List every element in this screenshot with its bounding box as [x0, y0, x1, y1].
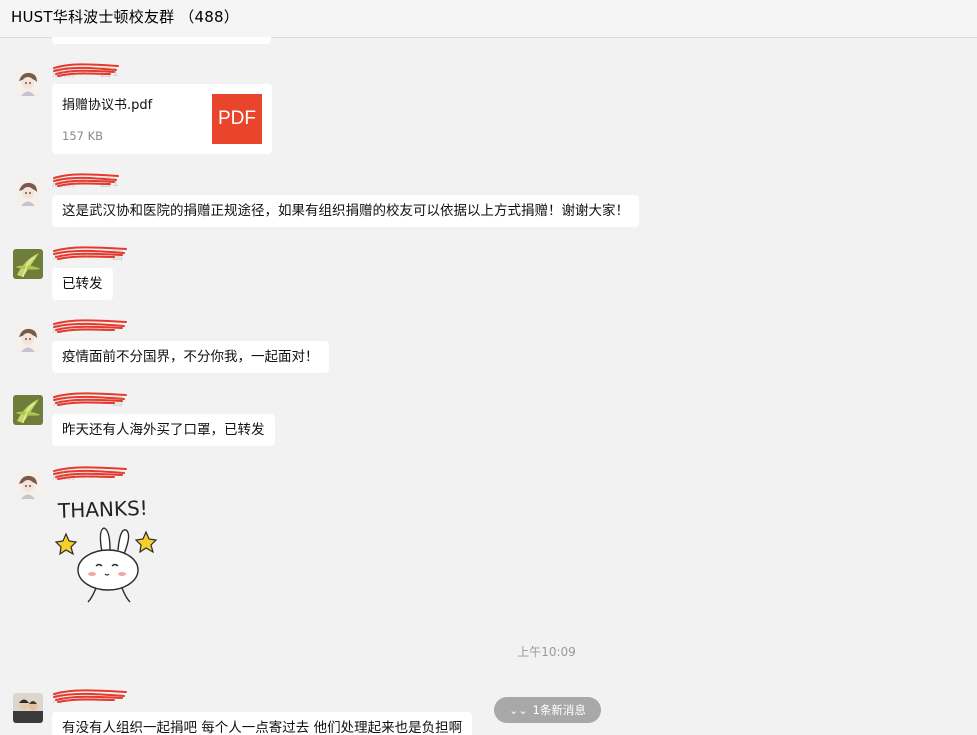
avatar[interactable]: [13, 177, 43, 207]
message-bubble[interactable]: 有没有人组织一起捐吧 每个人一点寄过去 他们处理起来也是负担啊: [52, 712, 473, 735]
new-messages-label: 1条新消息: [532, 703, 586, 717]
sender-name: 刘一一一一圆: [52, 392, 127, 413]
redaction-scribble: [53, 392, 127, 406]
redaction-scribble: [53, 173, 119, 187]
previous-message-bubble-edge: [52, 37, 271, 44]
sender-name: 周一一一一: [52, 319, 127, 340]
redaction-scribble: [53, 319, 127, 333]
sender-name: 周期一一圆1: [52, 63, 120, 84]
message-timestamp: 上午10:09: [517, 645, 576, 659]
file-size: 157 KB: [62, 129, 104, 143]
message-bubble[interactable]: 这是武汉协和医院的捐赠正规途径，如果有组织捐赠的校友可以依据以上方式捐赠！谢谢大…: [52, 195, 639, 227]
sender-name: 周期一一一: [52, 466, 127, 487]
file-attachment-card[interactable]: 捐赠协议书.pdf 157 KB PDF: [52, 84, 272, 154]
avatar[interactable]: [13, 470, 43, 500]
message-bubble[interactable]: 昨天还有人海外买了口罩，已转发: [52, 414, 275, 446]
message-bubble[interactable]: 已转发: [52, 268, 113, 300]
thanks-bunny-sticker[interactable]: THANKS!: [52, 490, 182, 610]
message-bubble[interactable]: 疫情面前不分国界，不分你我，一起面对！: [52, 341, 329, 373]
pdf-file-icon: PDF: [212, 94, 262, 144]
avatar[interactable]: [13, 67, 43, 97]
avatar[interactable]: [13, 323, 43, 353]
double-chevron-down-icon: ⌄⌄: [509, 704, 528, 717]
sender-name: 刘一一一一: [52, 689, 127, 710]
chat-window: HUST华科波士顿校友群 （488） 周期一一圆1 捐赠协议书.pdf 157 …: [0, 0, 977, 735]
sender-name: 刘一一一一圆: [52, 246, 127, 267]
avatar[interactable]: [13, 249, 43, 279]
file-name: 捐赠协议书.pdf: [62, 98, 153, 113]
avatar[interactable]: [13, 693, 43, 723]
title-bar: HUST华科波士顿校友群 （488）: [0, 0, 977, 38]
group-title: HUST华科波士顿校友群 （488）: [11, 8, 239, 26]
sticker-caption: THANKS!: [57, 496, 149, 523]
redaction-scribble: [53, 246, 127, 260]
new-messages-button[interactable]: ⌄⌄ 1条新消息: [494, 697, 601, 723]
redaction-scribble: [53, 63, 119, 77]
redaction-scribble: [53, 466, 127, 480]
avatar[interactable]: [13, 395, 43, 425]
redaction-scribble: [53, 689, 127, 703]
sender-name: 周期一一圆1: [52, 173, 120, 194]
